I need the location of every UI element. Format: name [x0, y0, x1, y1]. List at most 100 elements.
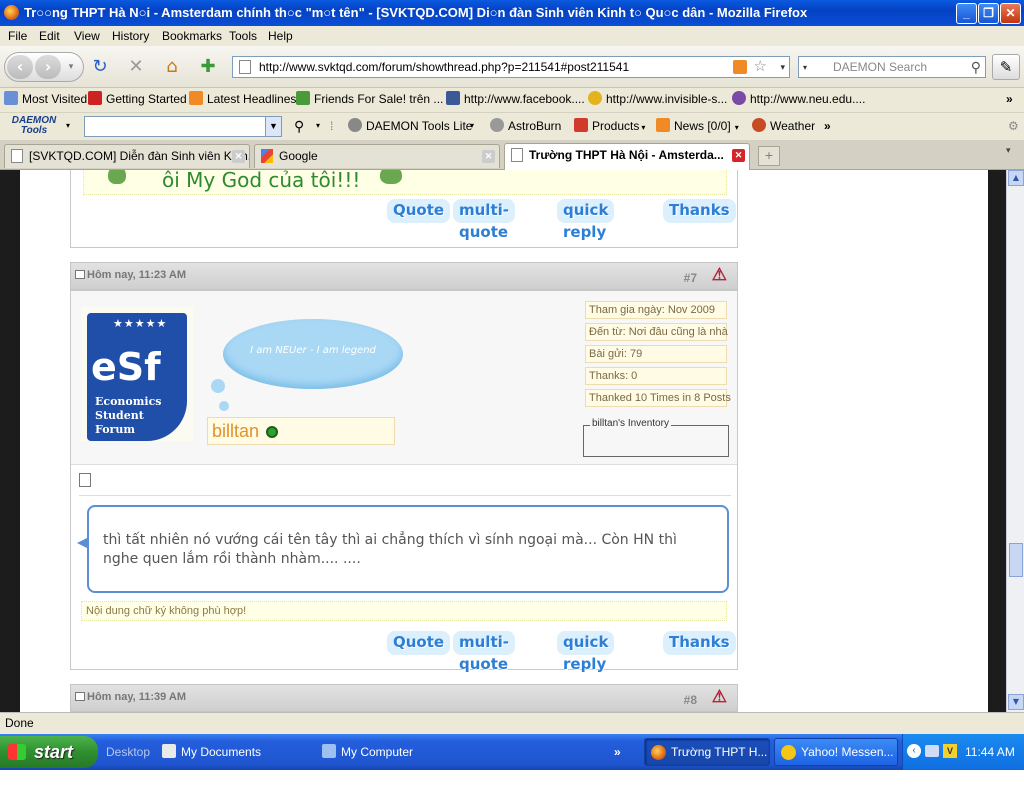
search-input[interactable]: ▾ DAEMON Search ⚲ — [798, 56, 986, 78]
restore-button[interactable]: ❐ — [978, 3, 999, 24]
bookmark-getting-started[interactable]: Getting Started — [88, 88, 187, 110]
multi-quote-button[interactable]: multi-quote — [453, 199, 515, 241]
tab-google[interactable]: Google ✕ — [254, 144, 500, 168]
menu-tools[interactable]: Tools — [229, 26, 257, 46]
taskbar-firefox-window[interactable]: Trường THPT H... — [644, 738, 770, 766]
username[interactable]: billtan — [212, 421, 259, 441]
inventory-label: billtan's Inventory — [590, 418, 671, 429]
menu-file[interactable]: File — [8, 26, 27, 46]
star-icon[interactable]: ☆ — [754, 57, 767, 77]
bookmark-latest-headlines[interactable]: Latest Headlines — [189, 88, 296, 110]
quick-reply-button[interactable]: quick reply — [557, 631, 615, 673]
thought-bubble: I am NEUer - I am legend — [223, 319, 403, 389]
menu-history[interactable]: History — [112, 26, 149, 46]
daemon-tools-button[interactable]: ✎ — [992, 54, 1020, 80]
thanked-count: Thanked 10 Times in 8 Posts — [585, 389, 731, 407]
address-bar[interactable]: http://www.svktqd.com/forum/showthread.p… — [232, 56, 790, 78]
firefox-icon — [4, 5, 19, 20]
tab-bar: [SVKTQD.COM] Diễn đàn Sinh viên Kinh... … — [0, 140, 1024, 170]
rss-icon[interactable] — [733, 60, 747, 74]
tab-svktqd[interactable]: [SVKTQD.COM] Diễn đàn Sinh viên Kinh... … — [4, 144, 250, 168]
quote-button[interactable]: Quote — [387, 631, 451, 655]
close-button[interactable]: ✕ — [1000, 3, 1021, 24]
magnifier-icon[interactable]: ⚲ — [294, 113, 304, 139]
astroburn-item[interactable]: AstroBurn — [490, 113, 561, 139]
menu-view[interactable]: View — [74, 26, 100, 46]
stop-icon[interactable]: ✕ — [124, 56, 148, 78]
bookmark-neu[interactable]: http://www.neu.edu.... — [732, 88, 865, 110]
tab-list-dropdown-icon[interactable]: ▾ — [1006, 146, 1011, 156]
tab-close-icon[interactable]: ✕ — [732, 149, 745, 162]
combo-dropdown-icon[interactable]: ▼ — [265, 117, 281, 136]
quote-button[interactable]: Quote — [387, 199, 451, 223]
url-dropdown-icon[interactable]: ▾ — [780, 57, 785, 77]
history-dropdown-icon[interactable]: ▾ — [61, 55, 81, 79]
menu-bookmarks[interactable]: Bookmarks — [162, 26, 222, 46]
thanks-button[interactable]: Thanks — [663, 199, 736, 223]
thanks-button[interactable]: Thanks — [663, 631, 736, 655]
daemon-tools-lite-item[interactable]: DAEMON Tools Lite — [348, 113, 472, 139]
quicklaunch-my-documents[interactable]: My Documents — [162, 734, 261, 770]
news-item[interactable]: News [0/0] ▾ — [656, 113, 739, 141]
post-message: thì tất nhiên nó vướng cái tên tây thì a… — [103, 532, 677, 567]
multi-quote-button[interactable]: multi-quote — [453, 631, 515, 673]
scroll-thumb[interactable] — [1009, 543, 1023, 577]
quicklaunch-my-computer[interactable]: My Computer — [322, 734, 413, 770]
products-item[interactable]: Products ▾ — [574, 113, 645, 141]
daemon-logo-dropdown-icon[interactable]: ▾ — [66, 113, 70, 139]
tab-close-icon[interactable]: ✕ — [482, 150, 495, 163]
quick-reply-button[interactable]: quick reply — [557, 199, 615, 241]
bookmark-invisible[interactable]: http://www.invisible-s... — [588, 88, 727, 110]
daemon-search-combo[interactable]: ▼ — [84, 116, 282, 137]
post-count: Bài gửi: 79 — [585, 345, 727, 363]
report-post-icon[interactable]: ⚠ — [712, 685, 727, 709]
scroll-up-icon[interactable]: ▲ — [1008, 170, 1024, 186]
avatar[interactable]: ★★★★★ eSf Economics Student Forum — [81, 307, 193, 441]
search-placeholder: DAEMON Search — [833, 60, 928, 74]
minimize-button[interactable]: _ — [956, 3, 977, 24]
quicklaunch-overflow-icon[interactable]: » — [614, 734, 621, 770]
search-icon[interactable]: ⚲ — [971, 57, 981, 77]
vertical-scrollbar[interactable]: ▲ ▼ — [1006, 170, 1024, 712]
window-title-bar[interactable]: Tr○○ng THPT Hà N○i - Amsterdam chính th○… — [0, 0, 1024, 26]
thanks-count: Thanks: 0 — [585, 367, 727, 385]
globe-icon — [732, 91, 746, 105]
clock[interactable]: 11:44 AM — [965, 734, 1015, 770]
taskbar-yahoo-window[interactable]: Yahoo! Messen... — [774, 738, 898, 766]
search-options-dropdown-icon[interactable]: ▾ — [316, 113, 320, 139]
window-title: Tr○○ng THPT Hà N○i - Amsterdam chính th○… — [24, 5, 808, 20]
rss-icon — [189, 91, 203, 105]
toolbar-overflow-icon[interactable]: » — [824, 113, 831, 139]
report-post-icon[interactable]: ⚠ — [712, 263, 727, 287]
scroll-down-icon[interactable]: ▼ — [1008, 694, 1024, 710]
bookmark-friends-for-sale[interactable]: Friends For Sale! trên ... — [296, 88, 443, 110]
start-button[interactable]: start — [0, 736, 98, 768]
post-7-number[interactable]: #7 — [684, 266, 697, 290]
join-date: Tham gia ngày: Nov 2009 — [585, 301, 727, 319]
reload-icon[interactable]: ↻ — [88, 56, 112, 78]
tray-expand-icon[interactable]: ‹ — [907, 744, 921, 758]
back-button[interactable]: ‹ — [7, 55, 33, 79]
search-engine-dropdown-icon[interactable]: ▾ — [803, 58, 807, 78]
bookmark-most-visited[interactable]: Most Visited — [4, 88, 87, 110]
bookmark-facebook[interactable]: http://www.facebook.... — [446, 88, 585, 110]
signature: Nội dung chữ ký không phù hợp! — [81, 601, 727, 621]
message-bubble: thì tất nhiên nó vướng cái tên tây thì a… — [87, 505, 729, 593]
facebook-icon — [446, 91, 460, 105]
home-icon[interactable]: ⌂ — [160, 56, 184, 78]
post-8-number[interactable]: #8 — [684, 688, 697, 712]
bookmarks-overflow-icon[interactable]: » — [1006, 88, 1013, 110]
forward-button[interactable]: › — [35, 55, 61, 79]
v-tray-icon[interactable]: V — [943, 744, 957, 758]
toolbar-settings-icon[interactable]: ⚙ — [1008, 113, 1019, 139]
tab-close-icon[interactable]: ✕ — [232, 150, 245, 163]
new-tab-button[interactable]: + — [758, 146, 780, 166]
add-bookmark-icon[interactable]: ✚ — [196, 56, 220, 78]
quicklaunch-desktop[interactable]: Desktop — [106, 734, 150, 770]
menu-edit[interactable]: Edit — [39, 26, 60, 46]
network-icon[interactable] — [925, 745, 939, 757]
daemon-lite-dropdown-icon[interactable]: ▾ — [470, 113, 474, 139]
menu-help[interactable]: Help — [268, 26, 293, 46]
weather-item[interactable]: Weather — [752, 113, 815, 139]
tab-thpt-ha-noi[interactable]: Trường THPT Hà Nội - Amsterda... ✕ — [504, 143, 750, 170]
